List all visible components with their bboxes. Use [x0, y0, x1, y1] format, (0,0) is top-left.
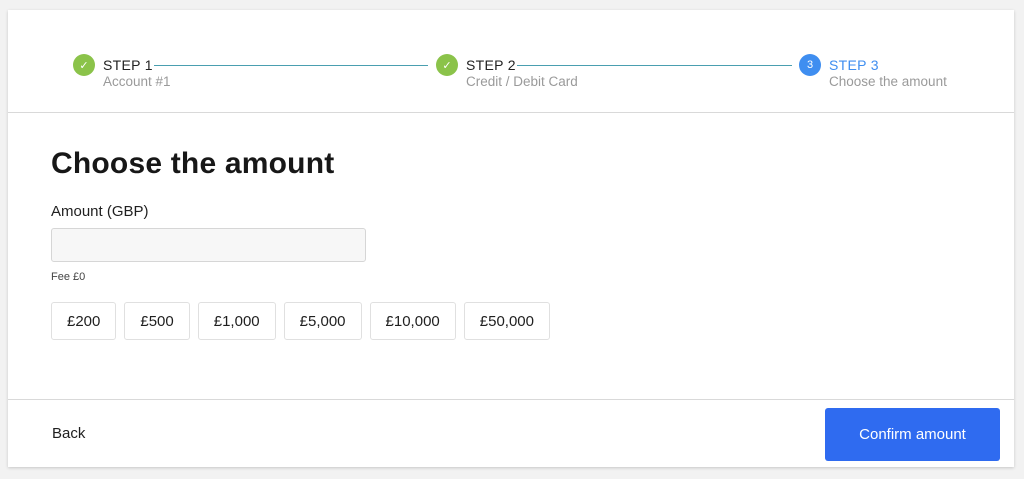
- fee-text: Fee £0: [51, 271, 86, 283]
- preset-5000-button[interactable]: £5,000: [283, 302, 362, 340]
- footer: Back Confirm amount: [8, 399, 1014, 467]
- step-1: ✓ STEP 1 Account #1: [73, 54, 171, 89]
- step-2-subtitle: Credit / Debit Card: [466, 74, 578, 89]
- check-icon: ✓: [73, 54, 95, 76]
- preset-10000-button[interactable]: £10,000: [369, 302, 456, 340]
- step-3: 3 STEP 3 Choose the amount: [799, 54, 947, 89]
- check-icon: ✓: [436, 54, 458, 76]
- preset-50000-button[interactable]: £50,000: [463, 302, 550, 340]
- page-title: Choose the amount: [51, 147, 335, 180]
- preset-500-button[interactable]: £500: [124, 302, 190, 340]
- step-3-subtitle: Choose the amount: [829, 74, 947, 89]
- stepper: ✓ STEP 1 Account #1 ✓ STEP 2 Credit / De…: [8, 10, 1014, 113]
- step-connector-2: [517, 65, 792, 66]
- back-button[interactable]: Back: [52, 425, 85, 442]
- confirm-amount-button[interactable]: Confirm amount: [825, 408, 1000, 461]
- amount-label: Amount (GBP): [51, 203, 149, 220]
- step-1-subtitle: Account #1: [103, 74, 171, 89]
- step-2: ✓ STEP 2 Credit / Debit Card: [436, 54, 578, 89]
- payment-card: ✓ STEP 1 Account #1 ✓ STEP 2 Credit / De…: [8, 10, 1014, 467]
- preset-1000-button[interactable]: £1,000: [197, 302, 276, 340]
- preset-amounts: £200 £500 £1,000 £5,000 £10,000 £50,000: [51, 302, 550, 340]
- amount-input[interactable]: [51, 228, 366, 262]
- step-connector-1: [154, 65, 428, 66]
- step-3-title: STEP 3: [829, 57, 879, 73]
- step-number-icon: 3: [799, 54, 821, 76]
- preset-200-button[interactable]: £200: [51, 302, 117, 340]
